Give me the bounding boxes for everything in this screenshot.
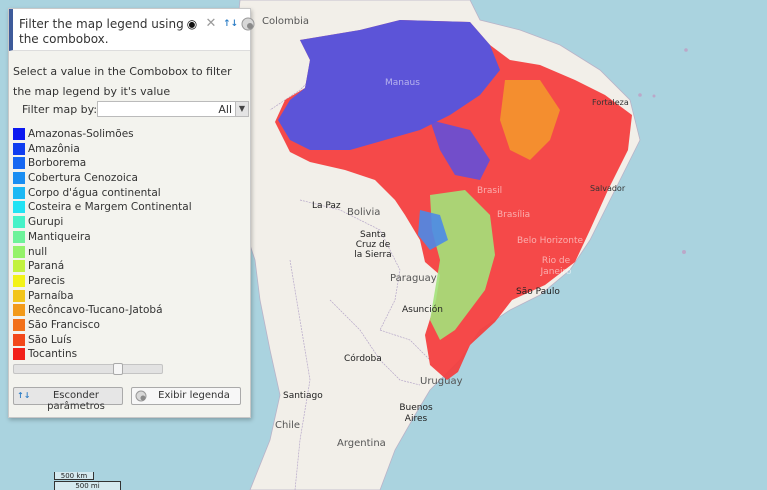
island: [652, 94, 656, 98]
close-icon[interactable]: ✕: [204, 17, 218, 31]
label-rio-de-janeiro: Rio de Janeiro: [540, 256, 572, 277]
legend-swatch: [13, 201, 25, 214]
legend-label: Corpo d'água continental: [28, 186, 161, 199]
legend-item: São Luís: [13, 333, 249, 348]
label-buenos-aires: Buenos Aires: [399, 403, 433, 424]
label-bolivia: Bolivia: [347, 207, 381, 218]
legend-item: Recôncavo-Tucano-Jatobá: [13, 303, 249, 318]
legend-label: Borborema: [28, 157, 87, 170]
legend-label: Recôncavo-Tucano-Jatobá: [28, 304, 163, 317]
legend-label: Paraná: [28, 260, 65, 273]
filter-combobox[interactable]: All ▼: [97, 101, 249, 117]
scale-bar-km: 500 km: [54, 472, 94, 480]
legend-item: Parnaíba: [13, 289, 249, 304]
filter-combobox-value: All: [218, 103, 232, 116]
legend-label: Mantiqueira: [28, 230, 91, 243]
chevron-down-icon[interactable]: ▼: [235, 102, 248, 116]
legend-swatch: [13, 289, 25, 302]
legend-swatch: [13, 304, 25, 317]
eye-icon[interactable]: ◉: [185, 17, 199, 31]
legend-swatch: [13, 348, 25, 361]
legend-label: Amazonas-Solimões: [28, 128, 134, 140]
legend-label: Cobertura Cenozoica: [28, 172, 138, 185]
hide-params-label: Esconder parâmetros: [47, 390, 105, 412]
opacity-slider-handle[interactable]: [113, 363, 123, 375]
legend-swatch: [13, 318, 25, 331]
legend-label: Parnaíba: [28, 289, 74, 302]
opacity-slider[interactable]: [13, 363, 163, 375]
label-argentina: Argentina: [337, 438, 386, 449]
legend-item: São Francisco: [13, 318, 249, 333]
legend-icon-graphic: [241, 17, 255, 31]
show-legend-button[interactable]: Exibir legenda: [131, 387, 241, 405]
legend-label: Tocantins: [28, 348, 78, 361]
island: [682, 250, 686, 254]
legend-item: Costeira e Margem Continental: [13, 200, 249, 215]
legend-label: Amazônia: [28, 142, 80, 155]
legend-swatch: [13, 245, 25, 258]
label-asuncion: Asunción: [402, 305, 443, 315]
legend-label: null: [28, 245, 48, 258]
scale-bar-mi: 500 mi: [54, 481, 121, 490]
legend-item: Amazonas-Solimões: [13, 127, 249, 142]
legend-icon[interactable]: [241, 17, 255, 31]
panel-description: Select a value in the Combobox to filter…: [13, 65, 232, 98]
legend-label: Costeira e Margem Continental: [28, 201, 192, 214]
island: [638, 93, 642, 97]
legend-item: Borborema: [13, 156, 249, 171]
label-brasilia: Brasília: [497, 210, 531, 220]
label-uruguay: Uruguay: [420, 376, 463, 387]
legend-item: Mantiqueira: [13, 230, 249, 245]
hide-params-button[interactable]: ↑↓ Esconder parâmetros: [13, 387, 123, 412]
label-sao-paulo: São Paulo: [516, 287, 560, 297]
label-santiago: Santiago: [283, 391, 323, 401]
label-fortaleza: Fortaleza: [592, 98, 629, 107]
label-chile: Chile: [275, 420, 301, 431]
legend-swatch: [13, 216, 25, 229]
legend-swatch: [13, 172, 25, 185]
legend-swatch: [13, 186, 25, 199]
label-santa-cruz: Santa Cruz de la Sierra: [354, 230, 392, 260]
legend-item: Tocantins: [13, 347, 249, 362]
label-brasil: Brasil: [477, 186, 503, 196]
label-colombia: Colombia: [262, 16, 309, 27]
legend-swatch: [13, 274, 25, 287]
legend-item: Cobertura Cenozoica: [13, 171, 249, 186]
legend-icon: [135, 390, 147, 402]
label-belo-horizonte: Belo Horizonte: [517, 236, 584, 246]
legend-swatch: [13, 260, 25, 273]
label-salvador: Salvador: [590, 184, 626, 193]
legend-label: Parecis: [28, 274, 66, 287]
label-la-paz: La Paz: [312, 201, 341, 211]
legend-item: Corpo d'água continental: [13, 186, 249, 201]
legend-label: São Luís: [28, 333, 72, 346]
legend-swatch: [13, 157, 25, 170]
legend-item: null: [13, 245, 249, 260]
legend-item: Amazônia: [13, 142, 249, 157]
island: [684, 48, 688, 52]
legend-item: Parecis: [13, 274, 249, 289]
legend-item: Paraná: [13, 259, 249, 274]
legend-swatch: [13, 142, 25, 155]
legend-filter-panel: Filter the map legend using the combobox…: [8, 8, 255, 418]
show-legend-label: Exibir legenda: [158, 390, 230, 401]
panel-header: Filter the map legend using the combobox…: [9, 9, 255, 51]
legend-list: Amazonas-Solimões Amazônia Borborema Cobert…: [13, 127, 249, 362]
legend-swatch: [13, 333, 25, 346]
legend-label: Gurupi: [28, 216, 64, 229]
label-cordoba: Córdoba: [344, 354, 382, 364]
legend-swatch: [13, 230, 25, 243]
filter-label: Filter map by:: [22, 103, 98, 116]
label-manaus: Manaus: [385, 78, 420, 88]
panel-title: Filter the map legend using the combobox…: [19, 17, 184, 46]
params-icon[interactable]: ↑↓: [223, 17, 238, 31]
params-icon: ↑↓: [17, 391, 31, 400]
legend-item: Gurupi: [13, 215, 249, 230]
label-paraguay: Paraguay: [390, 273, 437, 284]
legend-swatch: [13, 128, 25, 140]
legend-label: São Francisco: [28, 318, 100, 331]
